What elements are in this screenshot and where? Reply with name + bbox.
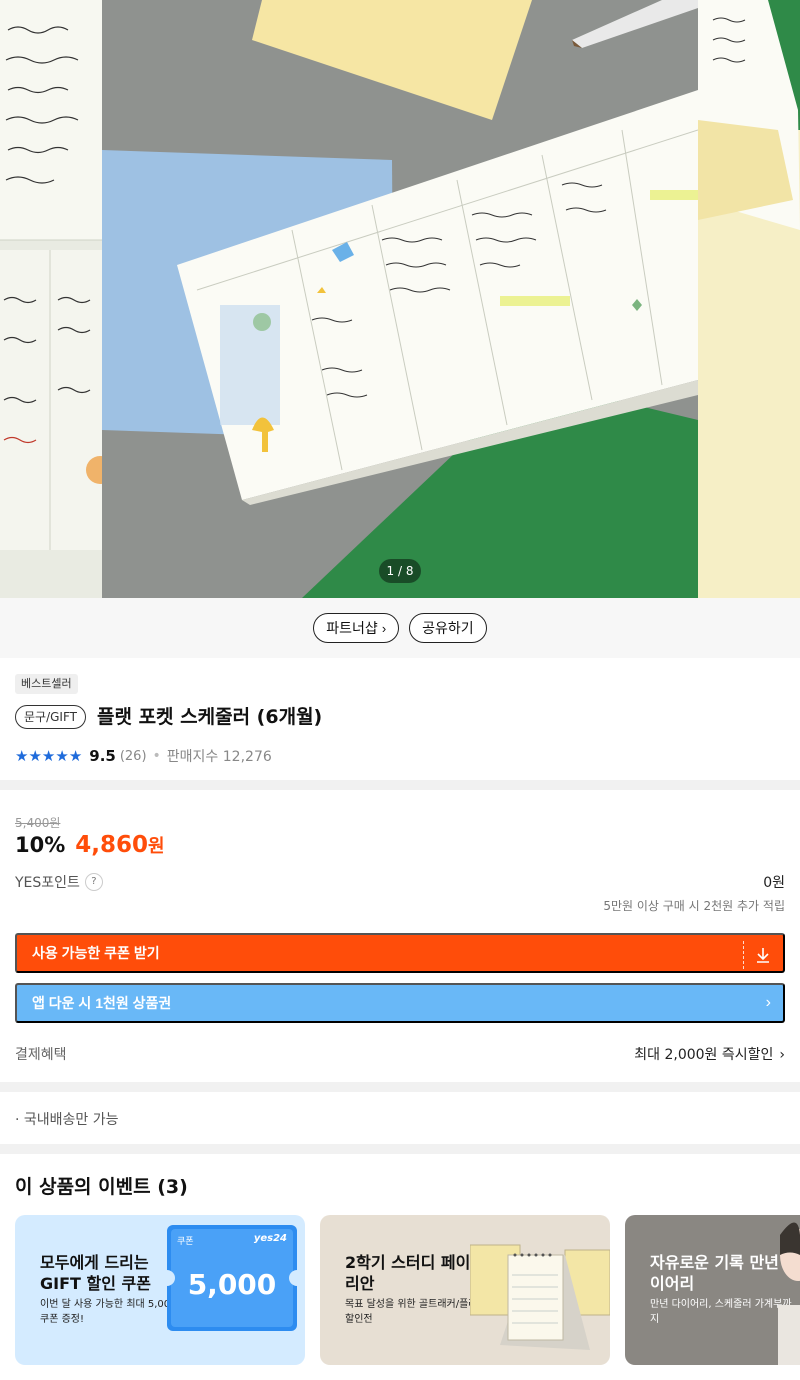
help-icon[interactable]: ? xyxy=(84,873,103,891)
coupon-tag: 쿠폰 xyxy=(177,1237,194,1247)
share-button[interactable]: 공유하기 xyxy=(409,613,487,643)
sale-price: 4,860원 xyxy=(75,832,164,858)
points-note: 5만원 이상 구매 시 2천원 추가 적립 xyxy=(603,899,785,913)
review-count[interactable]: (26) xyxy=(120,749,147,764)
share-bar: 파트너샵 › 공유하기 xyxy=(0,598,800,658)
star-icon: ★ xyxy=(41,747,56,765)
sale-price-currency: 원 xyxy=(148,836,165,857)
product-title: 플랫 포켓 스케줄러 (6개월) xyxy=(97,706,323,728)
app-download-button[interactable]: 앱 다운 시 1천원 상품권 › xyxy=(15,983,785,1023)
event-card[interactable]: 자유로운 기록 만년 다이어리 만년 다이어리, 스케줄러 가계부까지 xyxy=(625,1215,800,1365)
carousel-prev-slide[interactable] xyxy=(0,0,102,598)
section-divider xyxy=(0,1082,800,1092)
category-tag[interactable]: 문구/GIFT xyxy=(15,705,86,729)
partner-shop-button[interactable]: 파트너샵 › xyxy=(313,613,400,643)
coupon-amount: 5,000 xyxy=(187,1268,277,1301)
points-label: YES포인트 ? xyxy=(15,872,103,892)
person-illustration xyxy=(778,1222,800,1365)
product-image-carousel[interactable]: 1 / 8 xyxy=(0,0,800,598)
carousel-main-image xyxy=(102,0,698,598)
events-title: 이 상품의 이벤트 (3) xyxy=(15,1176,188,1198)
get-coupon-label: 사용 가능한 쿠폰 받기 xyxy=(32,945,160,961)
coupon-graphic: 쿠폰 yes24 5,000 xyxy=(167,1225,297,1331)
bestseller-badge: 베스트셀러 xyxy=(15,674,78,694)
get-coupon-button[interactable]: 사용 가능한 쿠폰 받기 xyxy=(15,933,785,973)
points-label-text: YES포인트 xyxy=(15,875,80,891)
sale-price-amount: 4,860 xyxy=(75,832,149,858)
section-divider xyxy=(0,780,800,790)
section-divider xyxy=(0,1144,800,1154)
event-card[interactable]: 2학기 스터디 페이퍼리안 목표 달성을 위한 골트래커/플래너 할인전 xyxy=(320,1215,610,1365)
chevron-right-icon: › xyxy=(779,1047,785,1063)
points-value: 0원 xyxy=(763,875,785,891)
rating-stars: ★ ★ ★ ★ ★ xyxy=(15,748,82,764)
shipping-note: · 국내배송만 가능 xyxy=(15,1112,119,1128)
payment-benefit-value: 최대 2,000원 즉시할인 xyxy=(634,1047,774,1063)
price-row: 10% 4,860원 xyxy=(15,832,165,858)
share-label: 공유하기 xyxy=(422,620,474,636)
price-section: 5,400원 10% 4,860원 YES포인트 ? 0원 5만원 이상 구매 … xyxy=(0,790,800,1082)
separator-dot: • xyxy=(152,748,161,764)
star-icon: ★ xyxy=(28,747,42,765)
sales-index: 판매지수 12,276 xyxy=(166,749,272,765)
events-section: 이 상품의 이벤트 (3) 모두에게 드리는 GIFT 할인 쿠폰 이번 달 사… xyxy=(0,1154,800,1380)
button-separator xyxy=(743,941,744,969)
payment-benefit-label: 결제혜택 xyxy=(15,1047,67,1063)
download-icon xyxy=(757,948,769,963)
payment-benefit-link[interactable]: 최대 2,000원 즉시할인 › xyxy=(634,1044,785,1064)
star-icon: ★ xyxy=(15,747,29,765)
shipping-section: · 국내배송만 가능 xyxy=(0,1092,800,1144)
partner-shop-label: 파트너샵 xyxy=(326,620,378,636)
chevron-right-icon: › xyxy=(765,994,771,1011)
coupon-brand: yes24 xyxy=(253,1233,287,1244)
event-card[interactable]: 모두에게 드리는 GIFT 할인 쿠폰 이번 달 사용 가능한 최대 5,000… xyxy=(15,1215,305,1365)
rating-row: ★ ★ ★ ★ ★ 9.5 (26) • 판매지수 12,276 xyxy=(15,746,272,766)
star-icon: ★ xyxy=(55,747,69,765)
star-icon: ★ xyxy=(68,747,83,765)
original-price: 5,400원 xyxy=(15,816,61,830)
carousel-next-slide[interactable] xyxy=(698,0,800,598)
carousel-counter: 1 / 8 xyxy=(379,559,421,583)
app-download-label: 앱 다운 시 1천원 상품권 xyxy=(32,995,172,1011)
discount-rate: 10% xyxy=(15,833,66,857)
product-info: 베스트셀러 문구/GIFT 플랫 포켓 스케줄러 (6개월) ★ ★ ★ ★ ★… xyxy=(0,658,800,780)
rating-score: 9.5 xyxy=(89,747,116,765)
chevron-right-icon: › xyxy=(381,620,387,636)
calendar-illustration xyxy=(470,1244,610,1350)
